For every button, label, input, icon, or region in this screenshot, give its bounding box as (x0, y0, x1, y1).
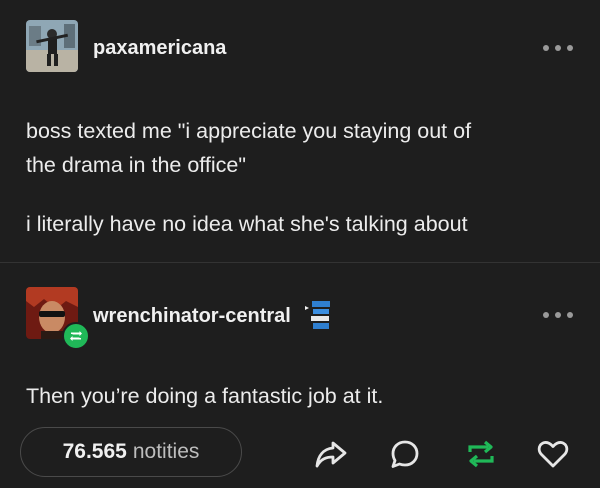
divider (0, 262, 600, 263)
notes-label: notities (132, 440, 200, 463)
more-icon[interactable] (543, 44, 573, 52)
share-icon[interactable] (314, 437, 348, 471)
heart-icon[interactable] (536, 437, 570, 471)
post-text: boss texted me "i appreciate you staying… (26, 114, 560, 182)
username[interactable]: paxamericana (93, 37, 226, 60)
reblog-badge-icon (62, 322, 90, 350)
post-paxamericana: paxamericana boss texted me "i appreciat… (0, 0, 600, 262)
notes-button[interactable]: 76.565 notities (20, 427, 242, 477)
post-text-line: the drama in the office" (26, 153, 246, 177)
reblog-text: Then you’re doing a fantastic job at it. (26, 384, 384, 408)
post-text-paragraph: i literally have no idea what she's talk… (26, 212, 468, 236)
reblog-icon[interactable] (464, 437, 498, 471)
more-icon[interactable] (543, 311, 573, 319)
avatar-paxamericana[interactable] (26, 20, 78, 72)
reply-icon[interactable] (388, 437, 422, 471)
blog-badge-icon (305, 300, 333, 330)
username[interactable]: wrenchinator-central (93, 305, 291, 328)
notes-count: 76.565 (62, 440, 127, 463)
post-text-line: boss texted me "i appreciate you staying… (26, 119, 472, 143)
